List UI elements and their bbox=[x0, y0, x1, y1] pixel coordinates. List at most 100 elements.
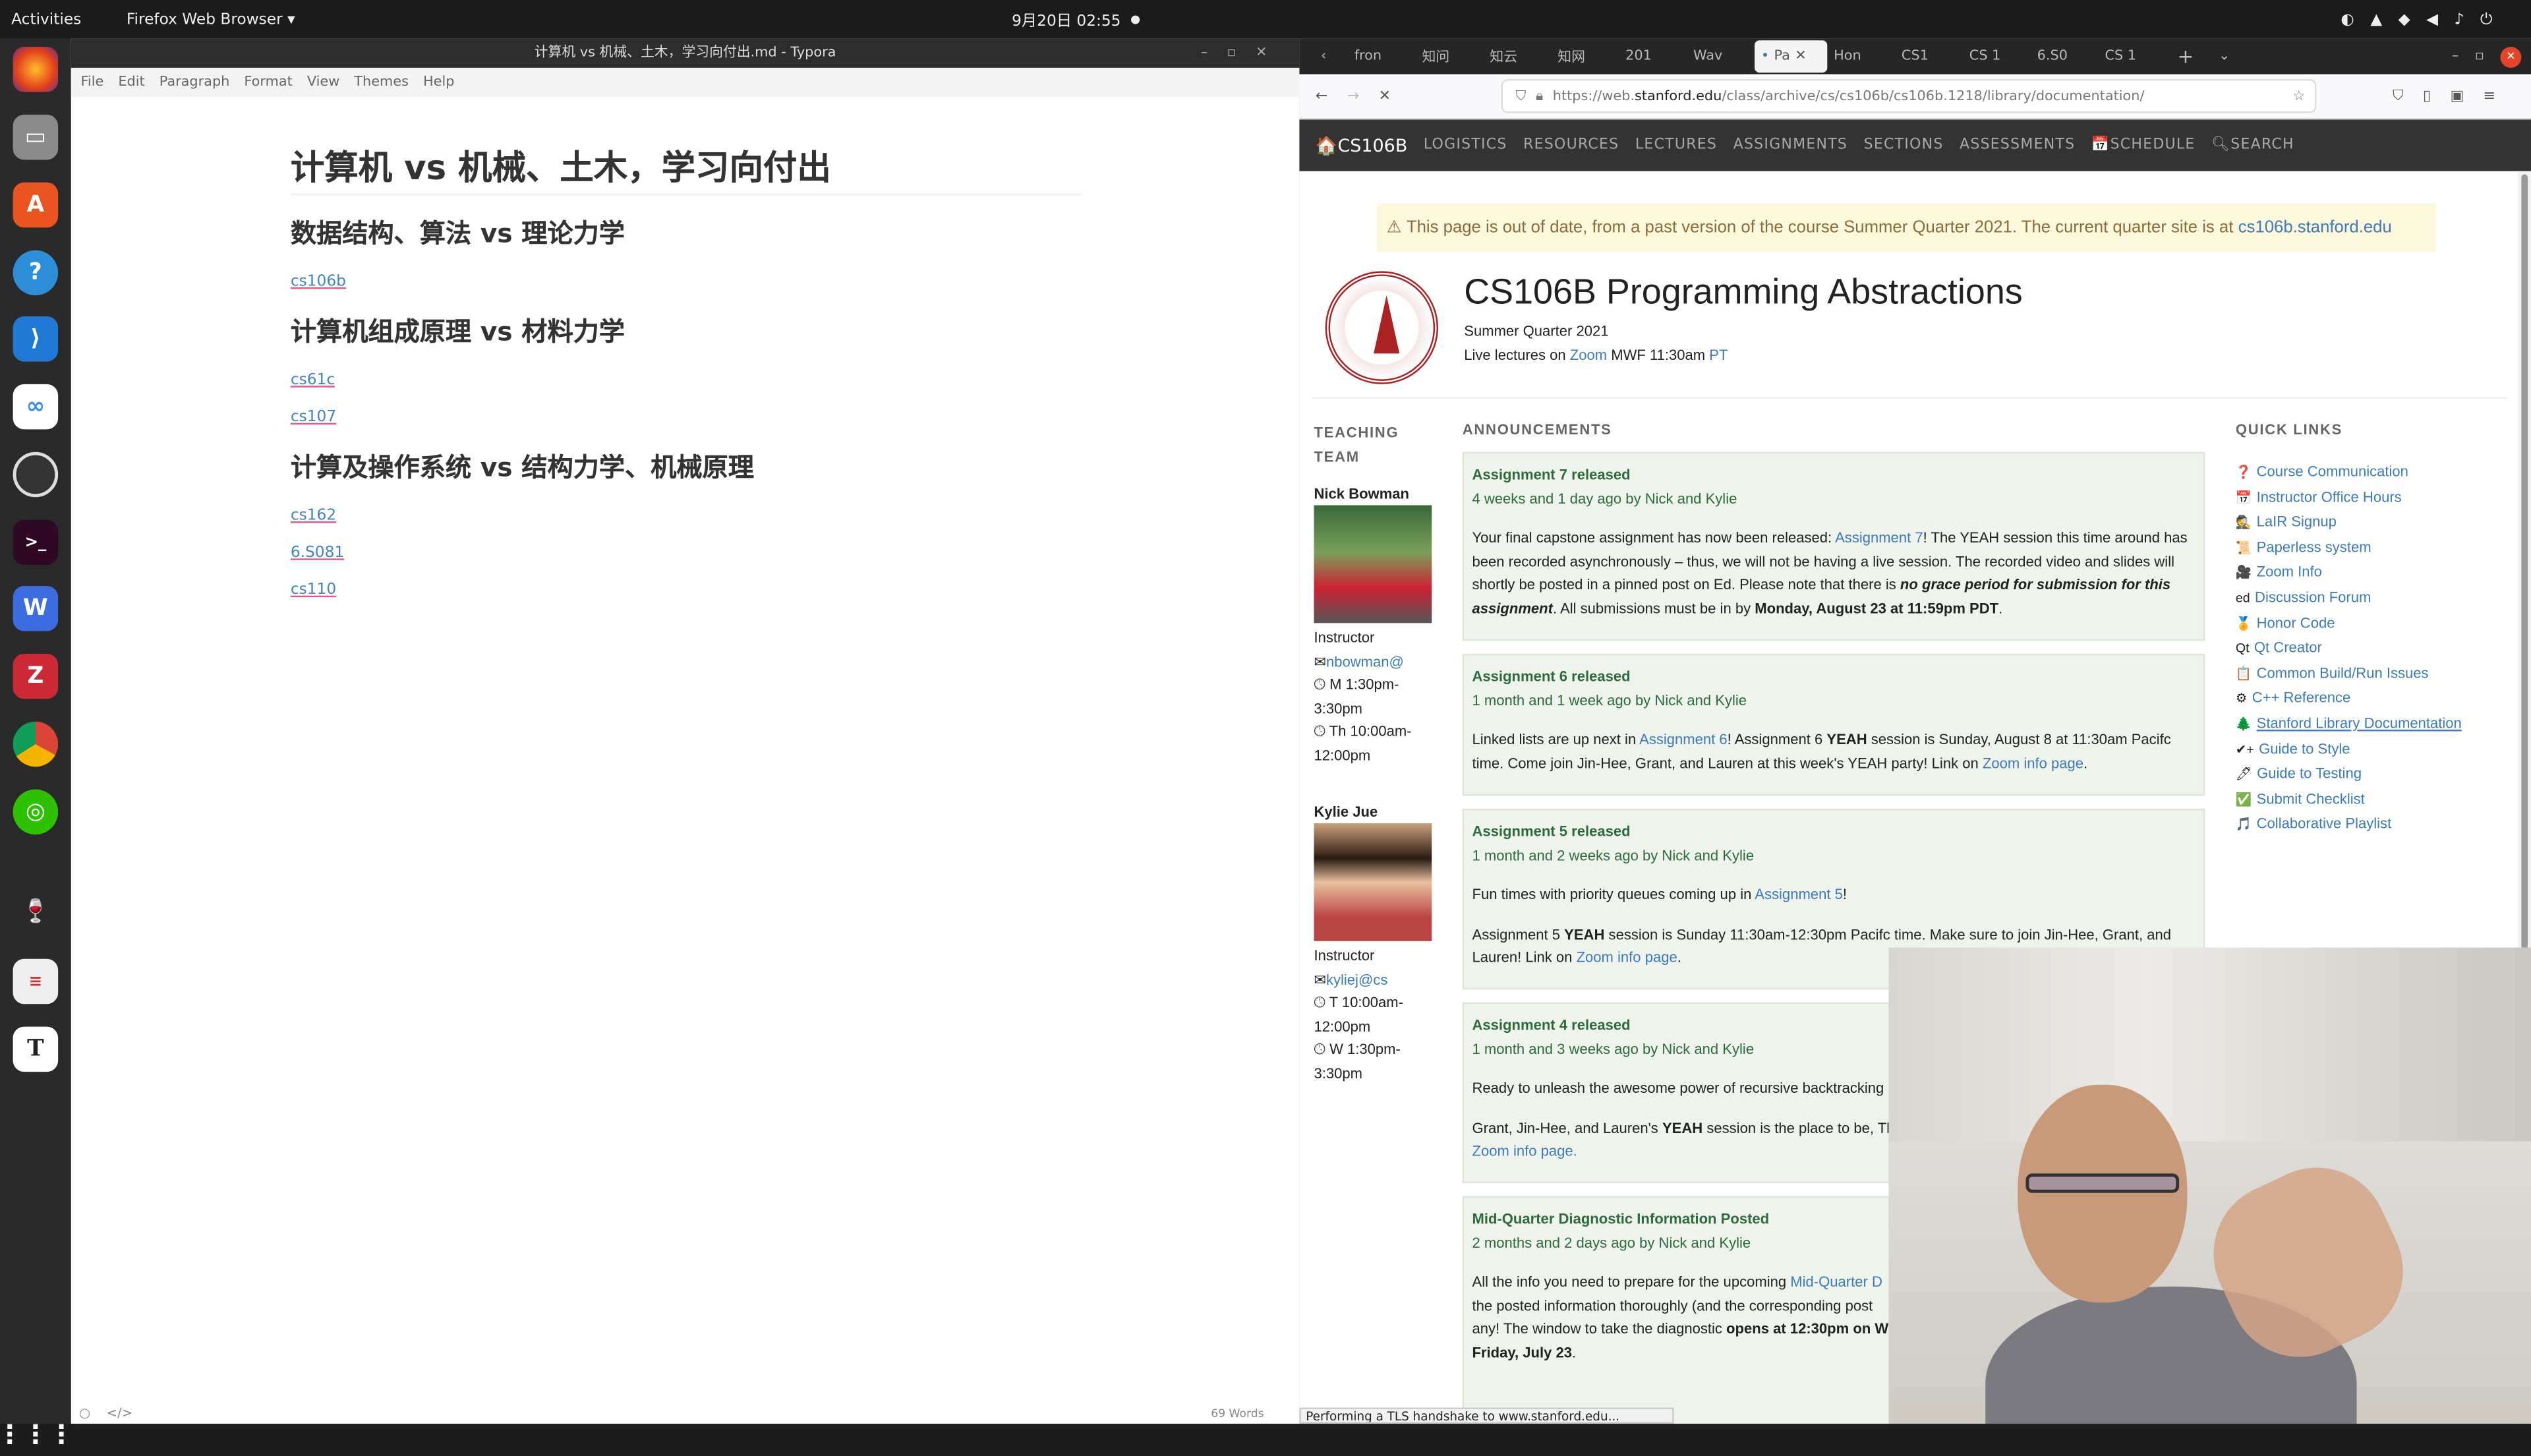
menu-edit[interactable]: Edit bbox=[118, 74, 144, 90]
quick-link[interactable]: 📜 Paperless system bbox=[2236, 536, 2462, 561]
nav-search[interactable]: 🔍︎SEARCH bbox=[2211, 137, 2294, 153]
doc-link[interactable]: cs110 bbox=[291, 581, 1082, 599]
tab-active[interactable]: • Pa ✕ bbox=[1755, 40, 1828, 73]
tab[interactable]: 6.S0 bbox=[2031, 40, 2099, 73]
nav-logistics[interactable]: LOGISTICS bbox=[1424, 137, 1507, 153]
quick-link-label[interactable]: Guide to Style bbox=[2259, 740, 2350, 756]
quick-link-label[interactable]: Qt Creator bbox=[2254, 639, 2322, 655]
quick-link-label[interactable]: Honor Code bbox=[2257, 614, 2335, 630]
menu-file[interactable]: File bbox=[80, 74, 103, 90]
url-text[interactable]: https://web.stanford.edu/class/archive/c… bbox=[1553, 88, 2145, 103]
assignment-link[interactable]: Assignment 5 bbox=[1755, 887, 1843, 902]
quick-link-label[interactable]: Discussion Forum bbox=[2255, 589, 2371, 605]
quick-link[interactable]: ❓ Course Communication bbox=[2236, 460, 2462, 485]
quick-link[interactable]: 🌲 Stanford Library Documentation bbox=[2236, 712, 2462, 737]
site-brand[interactable]: 🏠CS106B bbox=[1316, 134, 1407, 156]
assignment-link[interactable]: Assignment 6 bbox=[1639, 732, 1728, 747]
forward-icon[interactable]: → bbox=[1347, 88, 1359, 103]
menu-view[interactable]: View bbox=[307, 74, 339, 90]
tab[interactable]: 知云 bbox=[1484, 40, 1552, 73]
nav-schedule[interactable]: 📅SCHEDULE bbox=[2091, 137, 2196, 153]
diagnostic-link[interactable]: Mid-Quarter D bbox=[1790, 1274, 1882, 1290]
doc-link[interactable]: cs61c bbox=[291, 371, 1082, 389]
email-link[interactable]: nbowman@ bbox=[1326, 653, 1404, 669]
quick-link[interactable]: 📅 Instructor Office Hours bbox=[2236, 485, 2462, 510]
doc-link[interactable]: cs106b bbox=[291, 273, 1082, 291]
menu-help[interactable]: Help bbox=[423, 74, 454, 90]
quick-link-label[interactable]: Zoom Info bbox=[2257, 564, 2322, 580]
lock-icon[interactable]: 🔒︎ bbox=[1536, 88, 1543, 103]
baidu-netdisk-icon[interactable]: ∞ bbox=[13, 384, 59, 430]
quick-link-label[interactable]: Submit Checklist bbox=[2257, 790, 2365, 806]
quick-link-label[interactable]: Instructor Office Hours bbox=[2257, 488, 2402, 504]
nav-lectures[interactable]: LECTURES bbox=[1635, 137, 1717, 153]
assignment-link[interactable]: Assignment 7 bbox=[1835, 530, 1923, 546]
terminal-icon[interactable]: >_ bbox=[13, 519, 59, 566]
toolbar-extension-icons[interactable]: ⛉▯▣≡ bbox=[2393, 88, 2515, 103]
quick-link-label[interactable]: Collaborative Playlist bbox=[2257, 816, 2392, 832]
show-apps-icon[interactable]: ⋮⋮⋮ bbox=[0, 1411, 74, 1456]
sidebar-toggle-icon[interactable]: ○ bbox=[79, 1406, 90, 1420]
firefox-icon[interactable] bbox=[13, 47, 59, 92]
tab[interactable]: CS 1 bbox=[2099, 40, 2167, 73]
clock[interactable]: 9月20日 02:55 bbox=[1012, 8, 1120, 31]
doc-link[interactable]: cs162 bbox=[291, 507, 1082, 525]
zoom-info-link[interactable]: Zoom info page bbox=[1577, 950, 1677, 966]
new-tab-icon[interactable]: + bbox=[2167, 45, 2205, 68]
window-controls[interactable]: –▫✕ bbox=[1201, 39, 1287, 68]
tab[interactable]: 知问 bbox=[1416, 40, 1484, 73]
activities-button[interactable]: Activities bbox=[11, 11, 81, 28]
wine-icon[interactable]: 🍷 bbox=[13, 889, 59, 935]
tab[interactable]: 知网 bbox=[1551, 40, 1619, 73]
system-tray-icons[interactable]: ◐▲◆◀♪⏻ bbox=[2341, 11, 2509, 28]
menu-paragraph[interactable]: Paragraph bbox=[160, 74, 230, 90]
pt-link[interactable]: PT bbox=[1709, 347, 1728, 363]
files-icon[interactable]: ▭ bbox=[13, 114, 59, 160]
wechat-icon[interactable]: ◎ bbox=[13, 789, 59, 835]
quick-link[interactable]: 🎥 Zoom Info bbox=[2236, 561, 2462, 586]
shield-icon[interactable]: ⛉ bbox=[1516, 88, 1527, 103]
doc-link[interactable]: 6.S081 bbox=[291, 544, 1082, 562]
zoom-info-link[interactable]: Zoom info page bbox=[1983, 755, 2083, 771]
email-link[interactable]: kyliej@cs bbox=[1326, 971, 1387, 987]
stop-loading-icon[interactable]: ✕ bbox=[1379, 88, 1391, 103]
doc-link[interactable]: cs107 bbox=[291, 409, 1082, 426]
zoom-info-link[interactable]: Zoom info page. bbox=[1472, 1144, 1577, 1159]
help-icon[interactable]: ? bbox=[13, 250, 59, 296]
list-tabs-icon[interactable]: ⌄ bbox=[2205, 48, 2244, 64]
vscode-icon[interactable]: ⟩ bbox=[13, 316, 59, 362]
menu-format[interactable]: Format bbox=[244, 74, 292, 90]
quick-link-label[interactable]: Guide to Testing bbox=[2257, 765, 2362, 781]
quick-link-label[interactable]: Common Build/Run Issues bbox=[2257, 664, 2429, 680]
window-controls[interactable]: –▫ bbox=[2452, 48, 2501, 64]
menu-themes[interactable]: Themes bbox=[354, 74, 409, 90]
typora-icon[interactable]: T bbox=[13, 1026, 59, 1072]
quick-link-label[interactable]: LaIR Signup bbox=[2257, 513, 2337, 529]
source-mode-icon[interactable]: </> bbox=[107, 1406, 132, 1420]
quick-link[interactable]: ✅ Submit Checklist bbox=[2236, 787, 2462, 812]
chrome-icon[interactable] bbox=[13, 721, 59, 767]
markdown-document[interactable]: 计算机 vs 机械、土木，学习向付出 数据结构、算法 vs 理论力学 cs106… bbox=[290, 136, 1082, 618]
word-count[interactable]: 69 Words bbox=[1211, 1408, 1264, 1421]
nav-assignments[interactable]: ASSIGNMENTS bbox=[1733, 137, 1847, 153]
app-center-icon[interactable]: A bbox=[13, 182, 59, 228]
tab[interactable]: fron bbox=[1348, 40, 1416, 73]
app-menu[interactable]: Firefox Web Browser ▾ bbox=[127, 11, 295, 28]
close-window-icon[interactable]: ✕ bbox=[2500, 45, 2522, 67]
url-bar[interactable]: ⛉ 🔒︎ https://web.stanford.edu/class/archi… bbox=[1501, 79, 2317, 113]
quick-link-label[interactable]: Course Communication bbox=[2257, 463, 2408, 479]
quick-link[interactable]: ⚙ C++ Reference bbox=[2236, 687, 2462, 712]
bookmark-star-icon[interactable]: ☆ bbox=[2292, 88, 2305, 103]
wps-icon[interactable]: W bbox=[13, 585, 59, 631]
back-icon[interactable]: ← bbox=[1316, 88, 1327, 103]
quick-link[interactable]: ✔+ Guide to Style bbox=[2236, 737, 2462, 762]
close-tab-icon[interactable]: ✕ bbox=[1795, 48, 1806, 64]
nav-resources[interactable]: RESOURCES bbox=[1523, 137, 1619, 153]
nav-sections[interactable]: SECTIONS bbox=[1864, 137, 1944, 153]
quick-link-label[interactable]: Stanford Library Documentation bbox=[2257, 715, 2462, 731]
tab[interactable]: Hon bbox=[1827, 40, 1895, 73]
obs-icon[interactable] bbox=[13, 451, 59, 498]
tab[interactable]: CS1 bbox=[1895, 40, 1963, 73]
zoom-link[interactable]: Zoom bbox=[1570, 347, 1607, 363]
quick-link[interactable]: 🎵 Collaborative Playlist bbox=[2236, 813, 2462, 838]
